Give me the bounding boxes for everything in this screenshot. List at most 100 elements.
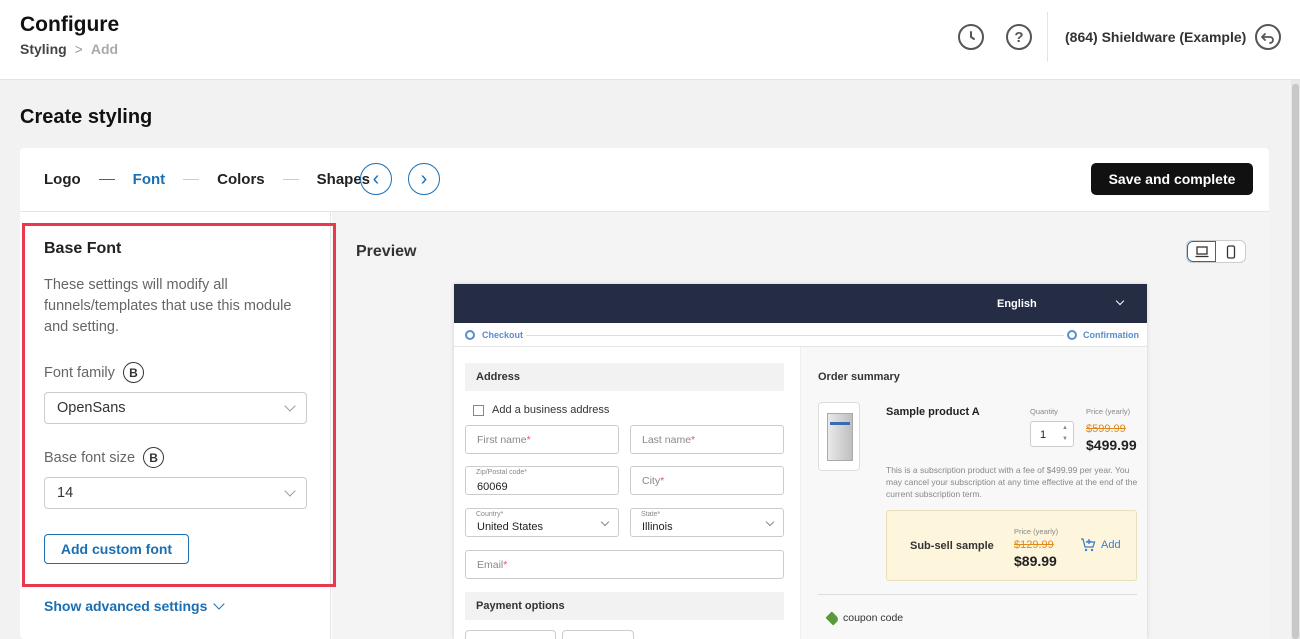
country-select[interactable]: Country* United States (465, 508, 619, 537)
product-image (818, 402, 860, 471)
laptop-icon (1195, 245, 1209, 257)
step-connector (98, 179, 115, 180)
preview-header: English (454, 284, 1147, 323)
breadcrumb: Styling > Add (20, 41, 118, 57)
email-field[interactable]: Email* (465, 550, 784, 579)
progress-line (526, 335, 1064, 336)
payment-option-1[interactable] (465, 630, 556, 639)
vertical-scrollbar[interactable] (1291, 80, 1300, 639)
add-custom-font-button[interactable]: Add custom font (44, 534, 189, 564)
zip-value: 60069 (477, 481, 508, 493)
chevron-down-icon[interactable] (1115, 296, 1125, 306)
base-font-description: These settings will modify all funnels/t… (44, 277, 292, 335)
font-family-label: Font family B (44, 362, 144, 383)
chevron-down-icon (284, 485, 296, 497)
country-value: United States (477, 521, 544, 533)
sub-sell-name: Sub-sell sample (910, 540, 994, 552)
step-logo[interactable]: Logo (44, 171, 81, 188)
business-address-checkbox[interactable] (473, 404, 484, 416)
preview-title: Preview (356, 243, 417, 260)
show-advanced-settings-link[interactable]: Show advanced settings (44, 598, 226, 614)
order-summary: Order summary Sample product A Quantity … (800, 347, 1147, 639)
language-selector[interactable]: English (997, 298, 1037, 310)
payment-section-title: Payment options (465, 592, 784, 620)
phone-icon (1226, 244, 1235, 259)
coupon-code-link[interactable]: coupon code (825, 610, 903, 626)
product-box-graphic (827, 413, 853, 461)
base-font-size-label-text: Base font size (44, 449, 136, 466)
page-title: Create styling (20, 106, 153, 128)
required-mark: * (660, 475, 665, 487)
base-font-size-select[interactable]: 14 (44, 477, 307, 509)
save-and-complete-button[interactable]: Save and complete (1091, 163, 1253, 195)
city-placeholder: City (642, 475, 661, 487)
breadcrumb-add: Add (90, 41, 119, 57)
sub-sell-card: Sub-sell sample Price (yearly) $129.99 $… (886, 510, 1137, 581)
help-glyph: ? (1014, 28, 1024, 46)
app-title: Configure (20, 13, 120, 36)
chevron-down-icon (284, 400, 296, 412)
business-address-label: Add a business address (492, 404, 610, 416)
top-header: Configure Styling > Add ? (864) Shieldwa… (0, 0, 1300, 80)
device-toggle (1186, 240, 1246, 263)
step-font[interactable]: Font (133, 171, 165, 188)
previous-step-button[interactable]: ‹ (360, 163, 392, 195)
old-price: $599.99 (1086, 423, 1126, 435)
sub-sell-old-price: $129.99 (1014, 539, 1054, 551)
state-label: State (641, 511, 658, 518)
increment-icon[interactable]: ▲ (1062, 425, 1068, 431)
first-name-field[interactable]: First name* (465, 425, 619, 454)
account-name[interactable]: (864) Shieldware (Example) (1065, 29, 1246, 45)
city-field[interactable]: City* (630, 466, 784, 495)
switch-account-icon[interactable] (1255, 24, 1281, 50)
state-select[interactable]: State* Illinois (630, 508, 784, 537)
history-icon[interactable] (958, 24, 984, 50)
order-summary-title: Order summary (818, 371, 900, 383)
font-family-value: OpenSans (57, 400, 126, 416)
tag-icon (825, 610, 840, 626)
bold-badge-icon: B (122, 362, 144, 383)
quantity-label: Quantity (1030, 407, 1058, 416)
progress-checkout-label: Checkout (482, 330, 524, 340)
state-value: Illinois (642, 521, 673, 533)
required-mark: * (657, 511, 661, 518)
product-name: Sample product A (886, 406, 980, 418)
help-icon[interactable]: ? (1006, 24, 1032, 50)
decrement-icon[interactable]: ▼ (1062, 436, 1068, 442)
next-step-button[interactable]: › (408, 163, 440, 195)
sub-sell-price-label: Price (yearly) (1014, 527, 1059, 536)
zip-field[interactable]: Zip/Postal code* 60069 (465, 466, 619, 495)
base-font-size-value: 14 (57, 485, 74, 501)
desktop-view-button[interactable] (1187, 241, 1217, 262)
business-address-row[interactable]: Add a business address (473, 404, 609, 416)
font-family-select[interactable]: OpenSans (44, 392, 307, 424)
required-mark: * (503, 559, 508, 571)
summary-divider (818, 594, 1137, 595)
step-colors[interactable]: Colors (217, 171, 265, 188)
mobile-view-button[interactable] (1216, 241, 1245, 262)
step-connector (183, 179, 200, 180)
checkout-progress: Checkout Confirmation (454, 323, 1147, 347)
show-advanced-settings-label: Show advanced settings (44, 598, 208, 614)
chevron-down-icon (600, 517, 610, 527)
base-font-title: Base Font (44, 240, 122, 257)
font-family-label-text: Font family (44, 364, 115, 381)
zip-label: Zip/Postal code (476, 469, 525, 476)
scrollbar-thumb[interactable] (1292, 84, 1299, 639)
last-name-field[interactable]: Last name* (630, 425, 784, 454)
checkout-preview: English Checkout Confirmation Address Ad… (454, 284, 1147, 639)
chevron-down-icon (765, 517, 775, 527)
sub-sell-add-button[interactable]: Add (1080, 538, 1121, 552)
chevron-down-icon (213, 598, 226, 610)
payment-option-2[interactable] (562, 630, 634, 639)
breadcrumb-separator: > (74, 41, 83, 57)
breadcrumb-styling[interactable]: Styling (20, 41, 67, 57)
progress-confirmation-label: Confirmation (1083, 330, 1139, 340)
quantity-value: 1 (1040, 429, 1047, 441)
required-mark: * (524, 469, 527, 476)
subscription-description: This is a subscription product with a fe… (886, 465, 1138, 499)
email-placeholder: Email (477, 559, 504, 571)
quantity-stepper[interactable]: 1 ▲ ▼ (1030, 421, 1074, 447)
price-label: Price (yearly) (1086, 407, 1131, 416)
bold-badge-icon: B (143, 447, 165, 468)
